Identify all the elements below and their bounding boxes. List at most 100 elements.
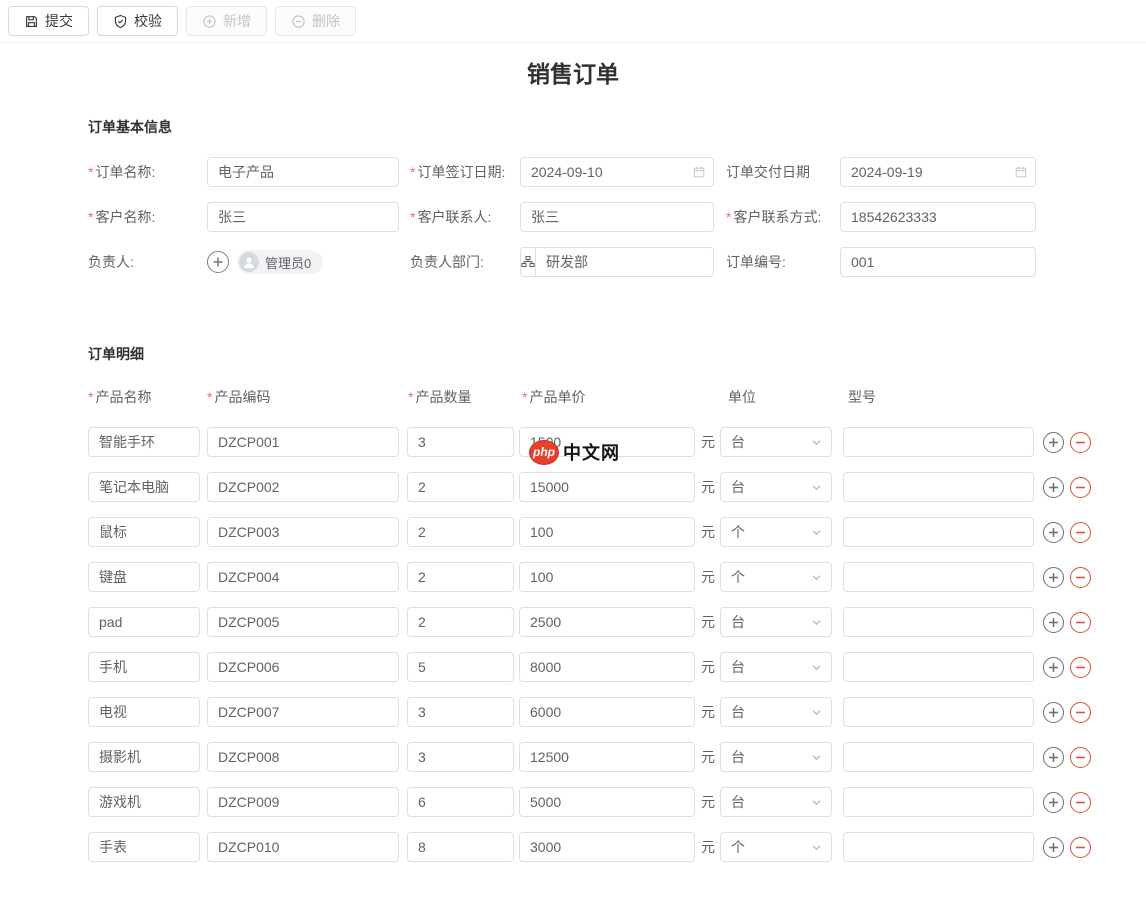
product-code-input[interactable]: [207, 562, 399, 592]
remove-row-button[interactable]: [1070, 612, 1091, 633]
remove-row-button[interactable]: [1070, 837, 1091, 858]
chevron-down-icon: [811, 482, 822, 493]
sign-date-input[interactable]: [520, 157, 714, 187]
product-qty-input[interactable]: [407, 652, 514, 682]
product-price-input[interactable]: [519, 607, 695, 637]
model-input[interactable]: [843, 697, 1034, 727]
product-code-input[interactable]: [207, 517, 399, 547]
unit-select[interactable]: 台: [720, 427, 832, 457]
unit-select[interactable]: 台: [720, 652, 832, 682]
minus-icon: [1075, 752, 1086, 763]
customer-name-input[interactable]: [207, 202, 399, 232]
product-name-input[interactable]: [88, 787, 200, 817]
product-name-input[interactable]: [88, 472, 200, 502]
owner-tag[interactable]: 管理员0: [237, 250, 323, 274]
product-name-input[interactable]: [88, 562, 200, 592]
product-name-input[interactable]: [88, 697, 200, 727]
add-row-button[interactable]: [1043, 702, 1064, 723]
product-code-input[interactable]: [207, 607, 399, 637]
product-code-input[interactable]: [207, 742, 399, 772]
order-no-input[interactable]: [840, 247, 1036, 277]
add-row-button[interactable]: [1043, 612, 1064, 633]
add-owner-button[interactable]: [207, 251, 229, 273]
remove-row-button[interactable]: [1070, 702, 1091, 723]
product-price-input[interactable]: [519, 787, 695, 817]
required-mark: *: [88, 389, 93, 405]
department-tree-button[interactable]: [521, 248, 536, 276]
add-row-button[interactable]: [1043, 567, 1064, 588]
model-input[interactable]: [843, 427, 1034, 457]
unit-select[interactable]: 个: [720, 832, 832, 862]
product-qty-input[interactable]: [407, 742, 514, 772]
customer-phone-input[interactable]: [840, 202, 1036, 232]
chevron-down-icon: [811, 842, 822, 853]
customer-contact-input[interactable]: [520, 202, 714, 232]
product-qty-input[interactable]: [407, 697, 514, 727]
product-code-input[interactable]: [207, 832, 399, 862]
circle-minus-icon: [291, 14, 306, 29]
model-input[interactable]: [843, 742, 1034, 772]
add-row-button[interactable]: [1043, 522, 1064, 543]
unit-select-value: 台: [731, 477, 745, 497]
remove-row-button[interactable]: [1070, 747, 1091, 768]
remove-row-button[interactable]: [1070, 792, 1091, 813]
product-code-input[interactable]: [207, 427, 399, 457]
order-name-input[interactable]: [207, 157, 399, 187]
model-input[interactable]: [843, 832, 1034, 862]
unit-select[interactable]: 台: [720, 742, 832, 772]
plus-icon: [1048, 842, 1059, 853]
unit-select[interactable]: 台: [720, 472, 832, 502]
delivery-date-input[interactable]: [840, 157, 1036, 187]
product-price-input[interactable]: [519, 472, 695, 502]
add-row-button[interactable]: [1043, 477, 1064, 498]
product-code-input[interactable]: [207, 697, 399, 727]
product-code-input[interactable]: [207, 787, 399, 817]
remove-row-button[interactable]: [1070, 657, 1091, 678]
product-price-input[interactable]: [519, 742, 695, 772]
unit-select[interactable]: 个: [720, 517, 832, 547]
product-qty-input[interactable]: [407, 427, 514, 457]
unit-select[interactable]: 台: [720, 607, 832, 637]
unit-select[interactable]: 个: [720, 562, 832, 592]
remove-row-button[interactable]: [1070, 567, 1091, 588]
product-qty-input[interactable]: [407, 787, 514, 817]
model-input[interactable]: [843, 652, 1034, 682]
product-price-input[interactable]: [519, 697, 695, 727]
remove-row-button[interactable]: [1070, 432, 1091, 453]
model-input[interactable]: [843, 472, 1034, 502]
product-price-input[interactable]: [519, 517, 695, 547]
model-input[interactable]: [843, 607, 1034, 637]
model-input[interactable]: [843, 562, 1034, 592]
product-price-input[interactable]: [519, 832, 695, 862]
unit-select[interactable]: 台: [720, 697, 832, 727]
product-qty-input[interactable]: [407, 517, 514, 547]
product-name-input[interactable]: [88, 652, 200, 682]
product-name-input[interactable]: [88, 832, 200, 862]
product-qty-input[interactable]: [407, 832, 514, 862]
model-input[interactable]: [843, 787, 1034, 817]
product-qty-input[interactable]: [407, 472, 514, 502]
add-row-button[interactable]: [1043, 657, 1064, 678]
product-code-input[interactable]: [207, 652, 399, 682]
add-row-button[interactable]: [1043, 837, 1064, 858]
validate-button[interactable]: 校验: [97, 6, 178, 36]
unit-select[interactable]: 台: [720, 787, 832, 817]
product-price-input[interactable]: [519, 652, 695, 682]
product-qty-input[interactable]: [407, 562, 514, 592]
owner-dept-input[interactable]: [536, 248, 714, 276]
product-name-input[interactable]: [88, 607, 200, 637]
watermark-text: 中文网: [563, 439, 620, 465]
product-code-input[interactable]: [207, 472, 399, 502]
product-name-input[interactable]: [88, 742, 200, 772]
add-row-button[interactable]: [1043, 792, 1064, 813]
submit-button[interactable]: 提交: [8, 6, 89, 36]
remove-row-button[interactable]: [1070, 522, 1091, 543]
remove-row-button[interactable]: [1070, 477, 1091, 498]
product-price-input[interactable]: [519, 562, 695, 592]
add-row-button[interactable]: [1043, 432, 1064, 453]
model-input[interactable]: [843, 517, 1034, 547]
product-qty-input[interactable]: [407, 607, 514, 637]
add-row-button[interactable]: [1043, 747, 1064, 768]
product-name-input[interactable]: [88, 517, 200, 547]
product-name-input[interactable]: [88, 427, 200, 457]
